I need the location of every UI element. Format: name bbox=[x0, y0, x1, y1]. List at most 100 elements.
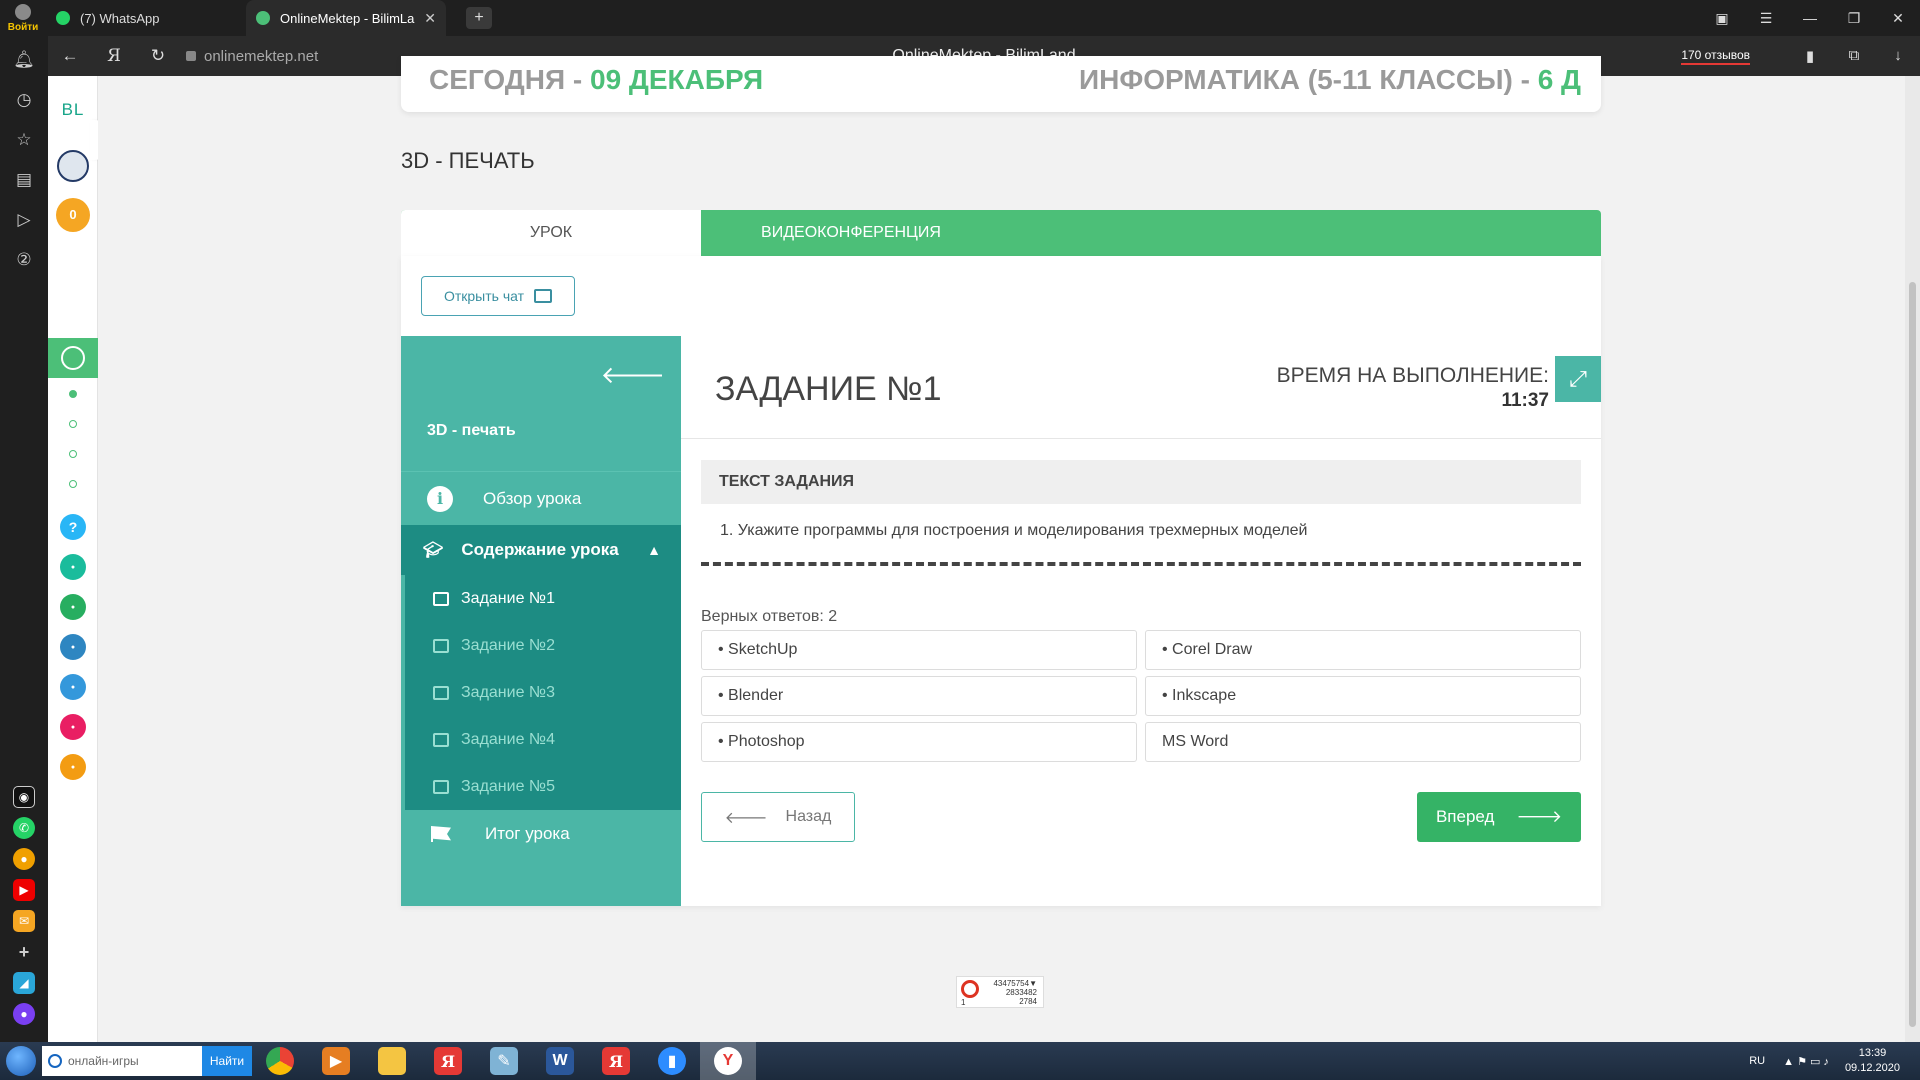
page-scrollbar[interactable] bbox=[1905, 76, 1920, 1042]
tab-whatsapp[interactable]: (7) WhatsApp bbox=[46, 0, 246, 36]
rail-dot[interactable] bbox=[69, 420, 77, 428]
folder-icon[interactable] bbox=[364, 1042, 420, 1080]
camera-app-icon[interactable]: ◉ bbox=[13, 786, 35, 808]
bilimland-icon bbox=[256, 11, 270, 25]
media-player-icon[interactable]: ▶ bbox=[308, 1042, 364, 1080]
tab-lesson[interactable]: УРОК bbox=[401, 210, 701, 256]
start-button[interactable] bbox=[0, 1042, 42, 1080]
today-date: СЕГОДНЯ - 09 ДЕКАБРЯ bbox=[429, 64, 764, 95]
restore-icon[interactable]: ❐ bbox=[1832, 10, 1876, 27]
zoom-icon[interactable]: ▮ bbox=[644, 1042, 700, 1080]
avatar[interactable] bbox=[57, 150, 89, 182]
answer-option[interactable]: • Inkscape bbox=[1145, 676, 1581, 716]
app-icon-5[interactable]: ● bbox=[60, 714, 86, 740]
task-item-5[interactable]: Задание №5 bbox=[405, 763, 681, 810]
rail-dot[interactable] bbox=[69, 390, 77, 398]
task-item-1[interactable]: Задание №1 bbox=[405, 575, 681, 622]
bookmark-icon[interactable]: ▮ bbox=[1788, 47, 1832, 65]
app-icon-6[interactable]: ● bbox=[60, 754, 86, 780]
pages-icon[interactable]: ② bbox=[0, 240, 48, 280]
close-icon[interactable]: ✕ bbox=[424, 10, 436, 27]
mail-icon[interactable]: ✉ bbox=[13, 910, 35, 932]
rail-dot[interactable] bbox=[69, 480, 77, 488]
history-icon[interactable]: ◷ bbox=[0, 80, 48, 120]
task-item-3[interactable]: Задание №3 bbox=[405, 669, 681, 716]
play-icon[interactable]: ▷ bbox=[0, 200, 48, 240]
alice-icon[interactable]: ● bbox=[13, 1003, 35, 1025]
app-icon-4[interactable]: ● bbox=[60, 674, 86, 700]
notes-icon[interactable]: ▤ bbox=[0, 160, 48, 200]
expand-icon[interactable]: ⤢ bbox=[1555, 356, 1601, 402]
correct-answers-count: Верных ответов: 2 bbox=[701, 608, 838, 625]
tray-icons[interactable]: ▲ ⚑ ▭ ♪ bbox=[1783, 1055, 1829, 1068]
course-title: 3D - печать bbox=[427, 422, 516, 439]
task-item-2[interactable]: Задание №2 bbox=[405, 622, 681, 669]
yandex-active-icon[interactable]: Y bbox=[700, 1042, 756, 1080]
taskbar-search-input[interactable]: онлайн-игры bbox=[42, 1046, 202, 1076]
bilimland-logo[interactable]: BL bbox=[55, 100, 91, 120]
subject-info: ИНФОРМАТИКА (5-11 КЛАССЫ) - 6 Д bbox=[1078, 64, 1581, 95]
tab-videoconference[interactable]: ВИДЕОКОНФЕРЕНЦИЯ bbox=[701, 210, 1001, 256]
url-field[interactable]: onlinemektep.net bbox=[186, 48, 318, 65]
messenger-icon[interactable]: ◢ bbox=[13, 972, 35, 994]
yandex-browser-icon[interactable]: Я bbox=[420, 1042, 476, 1080]
app-icon-1[interactable]: ● bbox=[60, 554, 86, 580]
task-title: ЗАДАНИЕ №1 bbox=[715, 370, 942, 408]
favorites-icon[interactable]: ☆ bbox=[0, 120, 48, 160]
nav-overview[interactable]: i Обзор урока bbox=[401, 471, 681, 525]
browser-sidebar: 🔔︎ ◷ ☆ ▤ ▷ ② ◉ ✆ ● ▶ ✉ + ◢ ● bbox=[0, 36, 48, 1042]
chrome-icon[interactable] bbox=[252, 1042, 308, 1080]
minimize-icon[interactable]: — bbox=[1788, 10, 1832, 26]
collections-icon[interactable]: ⧉ bbox=[1832, 47, 1876, 65]
arrow-left-icon[interactable]: 🡐 bbox=[601, 360, 665, 390]
app-icon-2[interactable]: ● bbox=[60, 594, 86, 620]
next-button[interactable]: Вперед 🡒 bbox=[1417, 792, 1581, 842]
answer-option[interactable]: • Photoshop bbox=[701, 722, 1137, 762]
clock[interactable]: 13:39 09.12.2020 bbox=[1845, 1046, 1900, 1076]
close-window-icon[interactable]: ✕ bbox=[1876, 10, 1920, 27]
whatsapp-icon[interactable]: ✆ bbox=[13, 817, 35, 839]
rail-dot[interactable] bbox=[69, 450, 77, 458]
app-icon-3[interactable]: ● bbox=[60, 634, 86, 660]
yandex-icon[interactable]: Я bbox=[92, 46, 136, 66]
add-icon[interactable]: + bbox=[13, 941, 35, 963]
bookmarks-icon[interactable]: ▣ bbox=[1700, 10, 1744, 27]
answer-option[interactable]: • Corel Draw bbox=[1145, 630, 1581, 670]
task-text-header: ТЕКСТ ЗАДАНИЯ bbox=[701, 460, 1581, 504]
answer-option[interactable]: • Blender bbox=[701, 676, 1137, 716]
youtube-icon[interactable]: ▶ bbox=[13, 879, 35, 901]
login-button[interactable]: Войти bbox=[0, 0, 46, 36]
lesson-tabs: УРОК ВИДЕОКОНФЕРЕНЦИЯ bbox=[401, 210, 1601, 256]
reload-icon[interactable]: ↻ bbox=[136, 46, 180, 66]
word-icon[interactable]: W bbox=[532, 1042, 588, 1080]
new-tab-button[interactable]: + bbox=[466, 7, 492, 29]
task-item-4[interactable]: Задание №4 bbox=[405, 716, 681, 763]
chat-icon bbox=[534, 289, 553, 303]
coins-badge[interactable]: 0 bbox=[56, 198, 90, 232]
download-icon[interactable]: ↓ bbox=[1876, 47, 1920, 65]
back-icon[interactable]: ← bbox=[48, 46, 92, 66]
nav-content[interactable]: 🎓︎ Содержание урока ▲ bbox=[401, 525, 681, 575]
graduation-cap-icon: 🎓︎ bbox=[423, 542, 444, 559]
task-list: Задание №1 Задание №2 Задание №3 Задание… bbox=[405, 575, 681, 810]
open-chat-button[interactable]: Открыть чат bbox=[421, 276, 575, 316]
paint-icon[interactable]: ✎ bbox=[476, 1042, 532, 1080]
reviews-badge[interactable]: 170 отзывов bbox=[1681, 48, 1750, 65]
answer-option[interactable]: MS Word bbox=[1145, 722, 1581, 762]
online-mektep-icon[interactable] bbox=[48, 338, 98, 378]
edit-icon bbox=[433, 591, 449, 606]
edit-icon bbox=[433, 732, 449, 747]
yandex-icon[interactable]: Я bbox=[588, 1042, 644, 1080]
visit-counter[interactable]: 43475754▼ 2833482 2784 1 bbox=[956, 976, 1044, 1008]
language-indicator[interactable]: RU bbox=[1749, 1055, 1765, 1067]
tab-onlinemektep[interactable]: OnlineMektep - BilimLa ✕ bbox=[246, 0, 446, 36]
taskbar-search-button[interactable]: Найти bbox=[202, 1046, 252, 1076]
menu-icon[interactable]: ☰ bbox=[1744, 10, 1788, 27]
music-app-icon[interactable]: ● bbox=[13, 848, 35, 870]
nav-summary[interactable]: Итог урока bbox=[401, 807, 681, 861]
back-button[interactable]: 🡐 Назад bbox=[701, 792, 855, 842]
scrollbar-thumb[interactable] bbox=[1909, 282, 1916, 1027]
answer-option[interactable]: • SketchUp bbox=[701, 630, 1137, 670]
help-icon[interactable]: ? bbox=[60, 514, 86, 540]
notifications-icon[interactable]: 🔔︎ bbox=[0, 40, 48, 80]
